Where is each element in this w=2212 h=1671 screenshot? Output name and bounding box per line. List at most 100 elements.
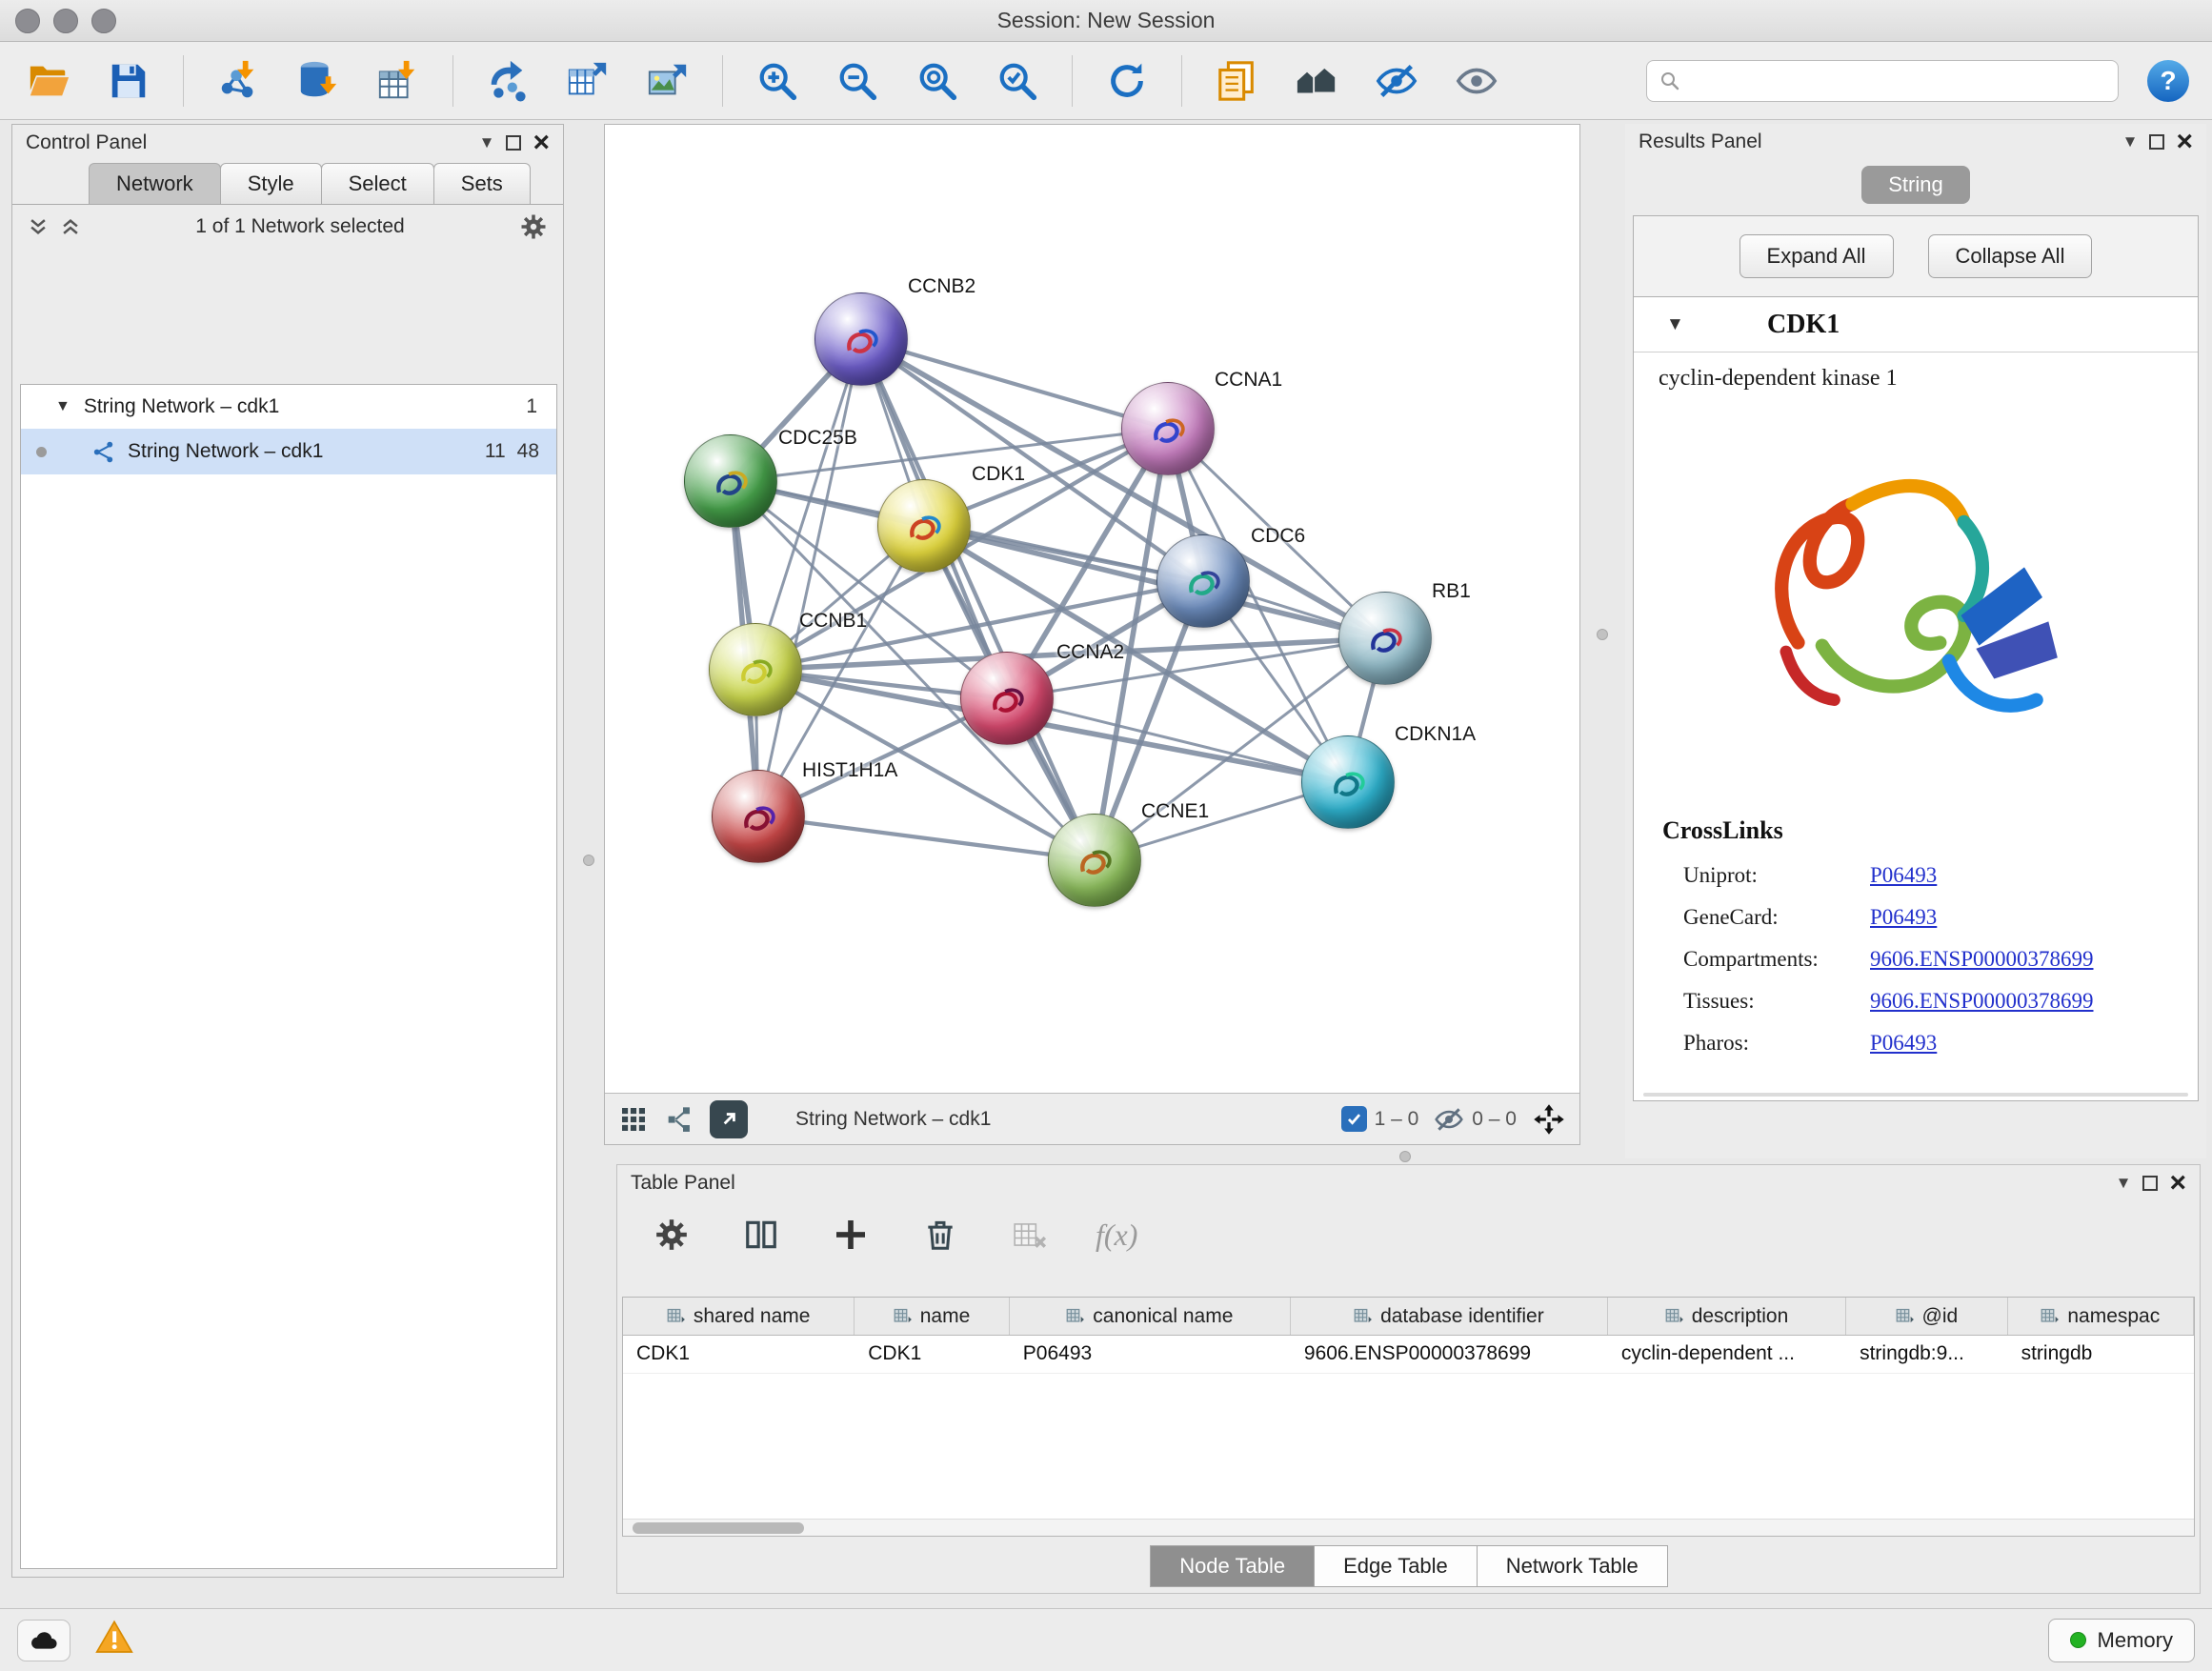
panel-float-icon[interactable] <box>2149 134 2164 150</box>
open-session-button[interactable] <box>23 54 74 108</box>
column-header-canonical-name[interactable]: canonical name <box>1010 1298 1291 1335</box>
zoom-fit-button[interactable] <box>912 54 963 108</box>
panel-close-icon[interactable]: × <box>2176 134 2193 150</box>
table-cell[interactable]: P06493 <box>1010 1336 1291 1373</box>
scrollbar-thumb[interactable] <box>633 1522 804 1534</box>
selected-checkbox-icon[interactable] <box>1341 1106 1367 1132</box>
hidden-eye-icon[interactable] <box>1434 1104 1464 1135</box>
import-network-from-database-button[interactable] <box>292 54 344 108</box>
show-all-button[interactable] <box>1451 54 1502 108</box>
tree-expander-icon[interactable]: ▼ <box>55 398 70 415</box>
tab-edge-table[interactable]: Edge Table <box>1314 1545 1478 1587</box>
new-network-from-table-button[interactable] <box>562 54 613 108</box>
help-button[interactable]: ? <box>2147 60 2189 102</box>
zoom-selected-button[interactable] <box>992 54 1043 108</box>
network-row-selected[interactable]: String Network – cdk1 11 48 <box>21 429 556 474</box>
gene-expander-icon[interactable]: ▼ <box>1666 314 1684 335</box>
copy-document-button[interactable] <box>1211 54 1262 108</box>
cloud-status-button[interactable] <box>17 1620 70 1661</box>
network-node-cdkn1a[interactable] <box>1301 735 1395 829</box>
collapse-all-button[interactable]: Collapse All <box>1928 234 2093 278</box>
panel-close-icon[interactable]: × <box>2169 1176 2186 1191</box>
splitter-handle[interactable] <box>1597 629 1608 640</box>
column-header-description[interactable]: description <box>1608 1298 1846 1335</box>
network-edge[interactable] <box>861 339 1168 429</box>
table-settings-button[interactable] <box>648 1211 695 1258</box>
network-node-ccnb1[interactable] <box>709 623 802 716</box>
table-cell[interactable]: cyclin-dependent ... <box>1608 1336 1846 1373</box>
warning-indicator[interactable] <box>95 1619 133 1661</box>
tab-style[interactable]: Style <box>220 163 322 204</box>
table-horizontal-scrollbar[interactable] <box>623 1519 2194 1536</box>
results-scrollbar[interactable] <box>1643 1093 2188 1097</box>
new-network-from-selection-button[interactable] <box>482 54 533 108</box>
delete-table-button[interactable] <box>1006 1211 1054 1258</box>
panel-collapse-icon[interactable]: ▼ <box>2116 1174 2132 1193</box>
table-cell[interactable]: stringdb:9... <box>1846 1336 2008 1373</box>
network-collection-row[interactable]: ▼ String Network – cdk1 1 <box>21 385 556 429</box>
export-image-button[interactable] <box>642 54 694 108</box>
save-session-button[interactable] <box>103 54 154 108</box>
tab-string[interactable]: String <box>1861 166 1969 204</box>
panel-float-icon[interactable] <box>506 135 521 151</box>
tab-node-table[interactable]: Node Table <box>1150 1545 1315 1587</box>
crosslink-value-link[interactable]: P06493 <box>1870 1029 1937 1057</box>
panel-collapse-icon[interactable]: ▼ <box>479 133 495 152</box>
import-table-from-file-button[interactable] <box>372 54 424 108</box>
column-header-name[interactable]: name <box>855 1298 1010 1335</box>
column-header-database-identifier[interactable]: database identifier <box>1291 1298 1608 1335</box>
network-node-rb1[interactable] <box>1338 592 1432 685</box>
crosslink-value-link[interactable]: 9606.ENSP00000378699 <box>1870 987 2094 1016</box>
table-row[interactable]: CDK1CDK1P064939606.ENSP00000378699cyclin… <box>623 1336 2194 1374</box>
network-edge[interactable] <box>758 339 861 816</box>
network-node-cdk1[interactable] <box>877 479 971 573</box>
zoom-in-button[interactable] <box>752 54 803 108</box>
tab-network[interactable]: Network <box>89 163 221 204</box>
homes-button[interactable] <box>1291 54 1342 108</box>
table-cell[interactable]: CDK1 <box>855 1336 1010 1373</box>
table-cell[interactable]: 9606.ENSP00000378699 <box>1291 1336 1608 1373</box>
splitter-handle[interactable] <box>583 855 594 866</box>
show-columns-button[interactable] <box>737 1211 785 1258</box>
network-node-hist1h1a[interactable] <box>712 770 805 863</box>
hide-selected-button[interactable] <box>1371 54 1422 108</box>
network-node-cdc6[interactable] <box>1156 534 1250 628</box>
search-input[interactable] <box>1689 70 2106 92</box>
grid-view-icon[interactable] <box>618 1104 649 1135</box>
network-node-ccnb2[interactable] <box>814 292 908 386</box>
gene-header-row[interactable]: ▼ CDK1 <box>1634 297 2198 352</box>
tab-select[interactable]: Select <box>321 163 434 204</box>
collapse-all-icon[interactable] <box>60 216 81 237</box>
expand-all-icon[interactable] <box>28 216 49 237</box>
network-edge[interactable] <box>758 816 1095 860</box>
network-canvas[interactable]: CCNB2CCNA1CDC25BCDK1CDC6RB1CCNB1CCNA2CDK… <box>605 125 1579 1093</box>
crosslink-value-link[interactable]: P06493 <box>1870 903 1937 932</box>
panel-collapse-icon[interactable]: ▼ <box>2122 132 2139 151</box>
crosslink-value-link[interactable]: P06493 <box>1870 861 1937 890</box>
panel-close-icon[interactable]: × <box>533 135 550 151</box>
export-network-button[interactable] <box>710 1100 748 1138</box>
tab-network-table[interactable]: Network Table <box>1477 1545 1668 1587</box>
create-column-button[interactable] <box>827 1211 875 1258</box>
panel-float-icon[interactable] <box>2142 1176 2158 1191</box>
function-builder-button[interactable]: f(x) <box>1096 1218 1137 1253</box>
import-network-from-file-button[interactable] <box>212 54 264 108</box>
gear-icon[interactable] <box>519 212 548 241</box>
splitter-handle[interactable] <box>1399 1151 1411 1162</box>
column-header-namespac[interactable]: namespac <box>2008 1298 2194 1335</box>
pan-move-icon[interactable] <box>1532 1102 1566 1137</box>
table-cell[interactable]: CDK1 <box>623 1336 855 1373</box>
birds-eye-view-icon[interactable] <box>664 1104 694 1135</box>
network-node-ccne1[interactable] <box>1048 814 1141 907</box>
table-cell[interactable]: stringdb <box>2008 1336 2194 1373</box>
column-header--id[interactable]: @id <box>1846 1298 2007 1335</box>
expand-all-button[interactable]: Expand All <box>1739 234 1894 278</box>
network-node-ccna1[interactable] <box>1121 382 1215 475</box>
zoom-out-button[interactable] <box>832 54 883 108</box>
tab-sets[interactable]: Sets <box>433 163 531 204</box>
network-node-cdc25b[interactable] <box>684 434 777 528</box>
column-header-shared-name[interactable]: shared name <box>623 1298 855 1335</box>
memory-button[interactable]: Memory <box>2048 1619 2195 1662</box>
network-node-ccna2[interactable] <box>960 652 1054 745</box>
crosslink-value-link[interactable]: 9606.ENSP00000378699 <box>1870 945 2094 974</box>
